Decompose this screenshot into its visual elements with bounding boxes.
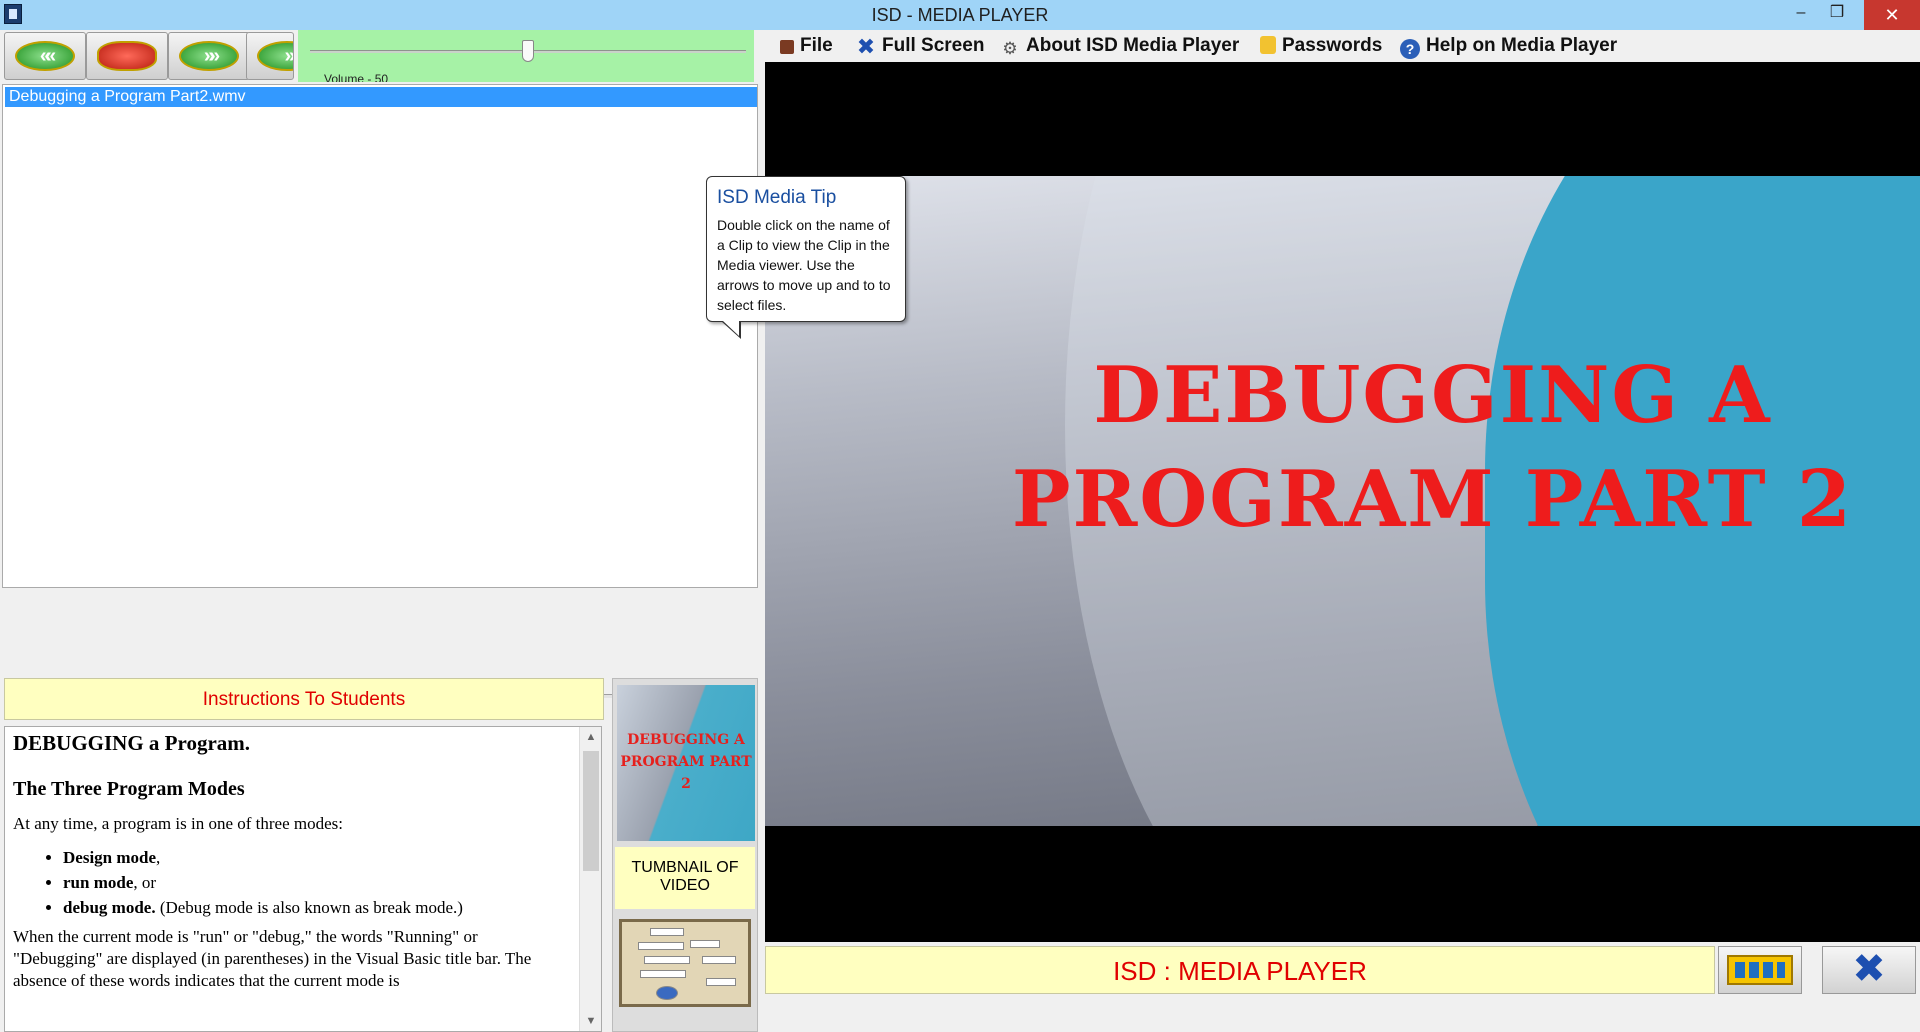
list-item: debug mode. (Debug mode is also known as…	[63, 895, 571, 920]
instructions-text-area[interactable]: DEBUGGING a Program. The Three Program M…	[4, 726, 602, 1032]
playlist-item[interactable]: Debugging a Program Part2.wmv	[5, 87, 757, 107]
title-bar: ISD - MEDIA PLAYER – ❒ ✕	[0, 0, 1920, 30]
media-viewer[interactable]: DEBUGGING A PROGRAM PART 2	[765, 62, 1920, 942]
menu-about[interactable]: ⚙ About ISD Media Player	[1000, 34, 1239, 58]
close-button[interactable]: ✕	[1864, 0, 1920, 30]
thumbnail-caption: TUMBNAIL OF VIDEO	[615, 847, 755, 909]
film-icon	[780, 40, 794, 54]
modes-list: Design mode, run mode, or debug mode. (D…	[63, 845, 571, 920]
volume-slider-thumb[interactable]	[522, 40, 534, 62]
window-title: ISD - MEDIA PLAYER	[871, 5, 1049, 25]
help-icon: ?	[1400, 39, 1420, 59]
status-label: ISD : MEDIA PLAYER	[765, 946, 1715, 994]
instructions-scrollbar[interactable]: ▲ ▼	[579, 727, 601, 1031]
tooltip-title: ISD Media Tip	[717, 187, 837, 208]
instructions-intro: At any time, a program is in one of thre…	[13, 814, 343, 833]
play-arrow-icon: »	[257, 41, 293, 71]
instructions-subheading: The Three Program Modes	[13, 778, 245, 800]
scroll-down-icon[interactable]: ▼	[580, 1011, 601, 1031]
play-button[interactable]: »	[246, 32, 294, 80]
stop-icon	[97, 41, 157, 71]
media-tip-tooltip: ISD Media Tip Double click on the name o…	[706, 176, 906, 339]
menu-bar: File ✖ Full Screen ⚙ About ISD Media Playe…	[764, 30, 1920, 62]
volume-panel: Volume - 50	[298, 30, 754, 82]
gear-icon: ⚙	[1002, 39, 1018, 58]
menu-full-screen[interactable]: ✖ Full Screen	[856, 34, 985, 59]
scroll-up-icon[interactable]: ▲	[580, 727, 601, 747]
next-button[interactable]: »»	[168, 32, 250, 80]
menu-help[interactable]: ? Help on Media Player	[1400, 34, 1617, 59]
maximize-button[interactable]: ❒	[1820, 0, 1854, 30]
tooltip-text: Double click on the name of a Clip to vi…	[717, 217, 891, 313]
stop-button[interactable]	[86, 32, 168, 80]
instructions-paragraph: When the current mode is "run" or "debug…	[13, 927, 532, 990]
video-thumbnail[interactable]: DEBUGGING A PROGRAM PART 2	[617, 685, 755, 841]
minimize-button[interactable]: –	[1784, 0, 1818, 30]
rewind-arrows-icon: ««	[15, 41, 75, 71]
volume-label: Volume - 50	[324, 72, 389, 82]
exit-button[interactable]: ✖	[1822, 946, 1916, 994]
lock-icon	[1260, 36, 1276, 54]
filmstrip-icon	[1727, 955, 1793, 985]
exit-x-icon: ✖	[1852, 947, 1886, 991]
instructions-heading: DEBUGGING a Program.	[13, 731, 251, 755]
filmstrip-button[interactable]	[1718, 946, 1802, 994]
thumbnail-title: DEBUGGING A PROGRAM PART 2	[620, 732, 752, 792]
list-item: Design mode,	[63, 845, 571, 870]
video-frame: DEBUGGING A PROGRAM PART 2	[765, 176, 1920, 826]
video-title: DEBUGGING A PROGRAM PART 2	[1011, 350, 1854, 545]
previous-button[interactable]: ««	[4, 32, 86, 80]
instructions-header: Instructions To Students	[4, 678, 604, 720]
course-diagram-button[interactable]	[619, 919, 751, 1007]
scroll-thumb[interactable]	[583, 751, 599, 871]
menu-file[interactable]: File	[780, 34, 833, 58]
list-item: run mode, or	[63, 870, 571, 895]
menu-passwords[interactable]: Passwords	[1260, 34, 1382, 58]
thumbnail-column: DEBUGGING A PROGRAM PART 2 TUMBNAIL OF V…	[612, 678, 758, 1032]
fullscreen-x-icon: ✖	[856, 34, 876, 59]
forward-arrows-icon: »»	[179, 41, 239, 71]
playlist[interactable]: Debugging a Program Part2.wmv	[2, 84, 758, 588]
